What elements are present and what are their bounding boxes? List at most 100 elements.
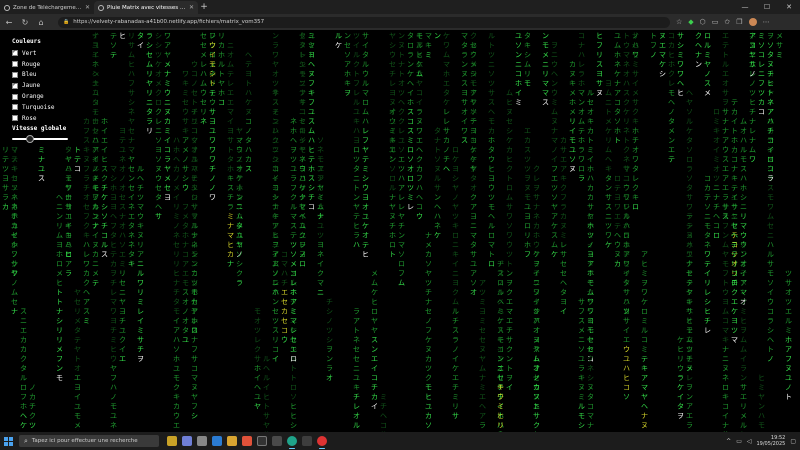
matrix-glyph: ラ xyxy=(353,308,360,316)
extension-icon[interactable]: ⬡ xyxy=(700,18,706,26)
outlook-app-icon[interactable] xyxy=(212,436,222,446)
taskbar-search[interactable]: ⌕ Tapez ici pour effectuer une recherche xyxy=(19,435,159,447)
matrix-glyph: レ xyxy=(83,251,90,259)
matrix-glyph: ヒ xyxy=(488,165,495,173)
tab-matrix-rain[interactable]: Pluie Matrix avec vitesses par lig… ✕ xyxy=(94,1,198,14)
matrix-glyph: シ xyxy=(146,42,153,50)
calculator-app-icon[interactable] xyxy=(167,436,177,446)
matrix-glyph: ヒ xyxy=(623,260,630,268)
matrix-glyph: エ xyxy=(290,346,297,354)
matrix-glyph: ヒ xyxy=(308,146,315,154)
color-checkbox[interactable] xyxy=(12,115,18,122)
matrix-glyph: ネ xyxy=(128,241,135,249)
chevron-up-icon[interactable]: ^ xyxy=(726,438,731,445)
color-option-row[interactable]: Orange xyxy=(12,91,92,102)
color-option-row[interactable]: Bleu xyxy=(12,70,92,81)
url-field[interactable]: 🔒 https://velvety-rabanadas-a41b00.netli… xyxy=(58,16,670,28)
slider-thumb[interactable] xyxy=(26,134,35,143)
color-checkbox[interactable] xyxy=(12,48,18,57)
file-explorer-icon[interactable] xyxy=(227,436,237,446)
close-window-icon[interactable]: ✕ xyxy=(778,0,800,14)
chrome-browser-icon[interactable] xyxy=(317,436,327,449)
matrix-glyph: ネ xyxy=(317,251,324,259)
new-tab-button[interactable]: + xyxy=(198,1,210,14)
close-icon[interactable]: ✕ xyxy=(189,4,194,11)
matrix-glyph: ク xyxy=(353,61,360,69)
window-app-icon[interactable] xyxy=(302,436,312,446)
clock[interactable]: 19:52 19/05/2025 xyxy=(757,435,786,447)
menu-icon[interactable]: ⋯ xyxy=(763,18,770,26)
matrix-glyph: セ xyxy=(200,32,207,40)
matrix-glyph: ケ xyxy=(623,108,630,116)
matrix-glyph: ナ xyxy=(731,165,738,173)
collections-icon[interactable]: ❐ xyxy=(736,18,742,26)
back-icon[interactable]: ← xyxy=(4,18,14,27)
matrix-glyph: ン xyxy=(758,403,765,411)
matrix-glyph: ア xyxy=(65,260,72,268)
matrix-glyph: ヘ xyxy=(731,232,738,240)
photos-app-icon[interactable] xyxy=(182,436,192,446)
favorite-star-icon[interactable]: ☆ xyxy=(676,18,682,26)
matrix-glyph: ク xyxy=(299,232,306,240)
color-option-row[interactable]: Vert xyxy=(12,48,92,59)
matrix-glyph: ノ xyxy=(749,70,756,78)
matrix-glyph: ス xyxy=(83,308,90,316)
refresh-icon[interactable]: ↻ xyxy=(20,18,30,27)
matrix-glyph: ケ xyxy=(443,32,450,40)
matrix-glyph: コ xyxy=(272,203,279,211)
color-option-row[interactable]: Jaune xyxy=(12,80,92,91)
color-option-row[interactable]: Turquoise xyxy=(12,102,92,113)
color-checkbox[interactable] xyxy=(12,71,18,78)
tool-app-icon[interactable] xyxy=(197,436,207,446)
split-screen-icon[interactable]: ▭ xyxy=(712,18,719,26)
matrix-glyph: オ xyxy=(623,70,630,78)
notifications-icon[interactable]: ▢ xyxy=(790,438,796,445)
matrix-glyph: マ xyxy=(290,317,297,325)
color-checkbox[interactable] xyxy=(12,81,18,89)
matrix-glyph: ウ xyxy=(722,146,729,154)
extension-icon[interactable]: ◆ xyxy=(688,18,693,26)
settings-app-icon[interactable] xyxy=(272,436,282,446)
maximize-icon[interactable]: ☐ xyxy=(756,0,778,14)
matrix-glyph: ナ xyxy=(128,137,135,145)
matrix-glyph: チ xyxy=(110,279,117,287)
home-icon[interactable]: ⌂ xyxy=(36,18,46,27)
minimize-icon[interactable]: — xyxy=(734,0,756,14)
color-option-row[interactable]: Rose xyxy=(12,113,92,124)
matrix-glyph: ロ xyxy=(65,194,72,202)
matrix-glyph: レ xyxy=(686,374,693,382)
matrix-glyph: ム xyxy=(506,89,513,97)
matrix-glyph: チ xyxy=(326,298,333,306)
color-checkbox[interactable] xyxy=(12,93,18,100)
favorites-icon[interactable]: ✩ xyxy=(724,18,730,26)
color-checkbox[interactable] xyxy=(12,104,18,111)
matrix-glyph: コ xyxy=(164,146,171,154)
matrix-glyph: ク xyxy=(731,289,738,297)
matrix-glyph: シ xyxy=(290,422,297,430)
matrix-glyph: イ xyxy=(767,146,774,154)
tab-download-zone[interactable]: Zone de Téléchargement - Matrix ✕ xyxy=(0,1,94,14)
matrix-glyph: エ xyxy=(623,336,630,344)
close-icon[interactable]: ✕ xyxy=(85,4,90,11)
matrix-glyph: コ xyxy=(236,241,243,249)
edge-browser-icon[interactable] xyxy=(287,436,297,449)
terminal-app-icon[interactable] xyxy=(257,436,267,446)
network-icon[interactable]: ▭ xyxy=(736,438,742,445)
matrix-glyph: ホ xyxy=(272,289,279,297)
matrix-glyph: ト xyxy=(227,146,234,154)
matrix-glyph: ヲ xyxy=(110,270,117,278)
color-option-row[interactable]: Rouge xyxy=(12,59,92,70)
profile-avatar[interactable] xyxy=(748,18,757,26)
volume-icon[interactable]: ◁ xyxy=(747,438,752,445)
speed-slider[interactable] xyxy=(12,134,68,143)
color-checkbox[interactable] xyxy=(12,61,18,68)
media-app-icon[interactable] xyxy=(242,436,252,446)
matrix-glyph: ト xyxy=(353,184,360,192)
matrix-glyph: ヤ xyxy=(263,422,270,430)
windows-start-icon[interactable] xyxy=(4,436,13,446)
toolbar-icons: ☆ ◆ ⬡ ▭ ✩ ❐ ⋯ xyxy=(676,18,770,26)
matrix-glyph: ウ xyxy=(182,184,189,192)
matrix-glyph: ク xyxy=(236,270,243,278)
matrix-glyph: イ xyxy=(389,127,396,135)
matrix-glyph: ミ xyxy=(497,355,504,363)
